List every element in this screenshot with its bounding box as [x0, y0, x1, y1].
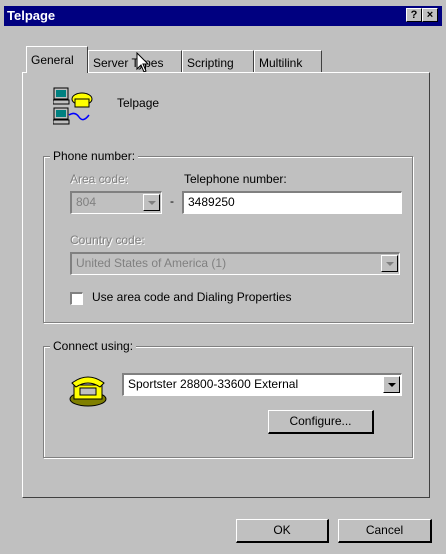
device-select[interactable]: Sportster 28800-33600 External [122, 373, 402, 396]
country-code-value: United States of America (1) [76, 256, 227, 270]
area-code-combo: 804 [70, 191, 162, 214]
device-value: Sportster 28800-33600 External [128, 377, 299, 391]
chevron-down-icon [148, 201, 156, 205]
close-button[interactable]: × [422, 8, 438, 22]
connect-using-group: Connect using: Sportster 28800-33600 Ext… [43, 339, 413, 458]
tab-general[interactable]: General [26, 46, 88, 73]
phone-number-group: Phone number: Area code: 804 - Telephone… [43, 149, 413, 323]
tab-multilink[interactable]: Multilink [254, 50, 322, 72]
telephone-number-label: Telephone number: [184, 172, 287, 186]
country-code-combo: United States of America (1) [70, 252, 400, 275]
area-code-label: Area code: [70, 172, 129, 186]
tab-server-types[interactable]: Server Types [88, 50, 182, 72]
chevron-down-icon [388, 383, 396, 387]
use-area-code-checkbox[interactable] [70, 292, 83, 305]
connect-using-group-label: Connect using: [50, 339, 137, 353]
area-code-separator: - [170, 194, 174, 208]
configure-button[interactable]: Configure... [268, 410, 374, 434]
country-dropdown-button [381, 255, 398, 272]
connection-name: Telpage [117, 96, 160, 110]
title-bar[interactable]: Telpage ? × [4, 6, 442, 26]
ok-button[interactable]: OK [236, 519, 329, 543]
country-code-label: Country code: [70, 233, 145, 247]
area-code-dropdown-button [143, 194, 160, 211]
tab-scripting[interactable]: Scripting [182, 50, 254, 72]
general-tab-panel: Telpage Phone number: Area code: 804 - T… [22, 72, 430, 498]
telephone-number-input[interactable]: 3489250 [182, 191, 402, 214]
dialog-window: Telpage ? × General Server Types Scripti… [0, 0, 446, 554]
phone-number-group-label: Phone number: [50, 149, 139, 163]
device-dropdown-button[interactable] [383, 376, 400, 393]
window-title: Telpage [7, 8, 56, 23]
chevron-down-icon [386, 262, 394, 266]
mouse-cursor-icon [136, 52, 150, 73]
network-computers-icon [53, 87, 93, 125]
phone-modem-icon [69, 376, 107, 407]
cancel-button[interactable]: Cancel [338, 519, 432, 543]
use-area-code-label[interactable]: Use area code and Dialing Properties [92, 290, 291, 304]
help-button[interactable]: ? [406, 8, 422, 22]
telephone-number-value: 3489250 [188, 195, 235, 209]
area-code-value: 804 [76, 195, 97, 209]
